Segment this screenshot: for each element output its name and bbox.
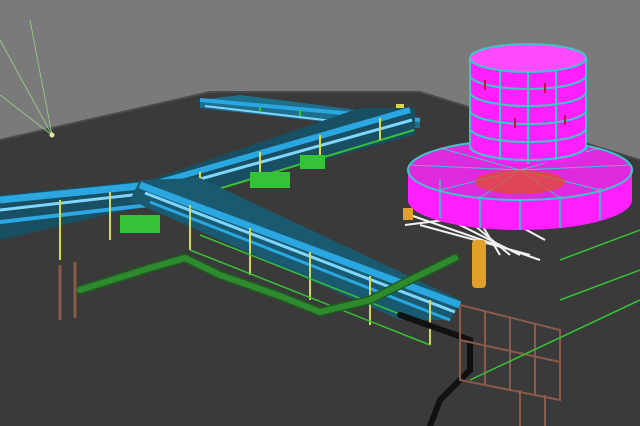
cylindrical-tank	[469, 43, 587, 164]
3d-model-viewport[interactable]	[0, 0, 640, 426]
plant-3d-scene[interactable]	[0, 0, 640, 426]
